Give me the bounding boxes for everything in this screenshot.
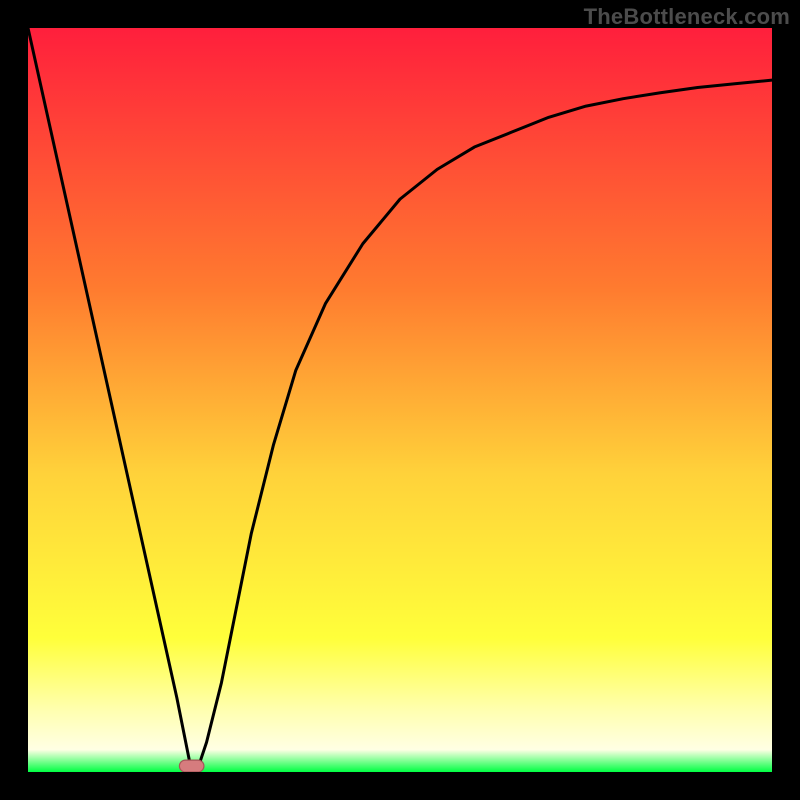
chart-plot-area: [28, 28, 772, 772]
chart-svg: [28, 28, 772, 772]
chart-background-gradient: [28, 28, 772, 772]
min-pill-marker: [179, 760, 204, 772]
watermark-text: TheBottleneck.com: [584, 4, 790, 30]
chart-frame: TheBottleneck.com: [0, 0, 800, 800]
